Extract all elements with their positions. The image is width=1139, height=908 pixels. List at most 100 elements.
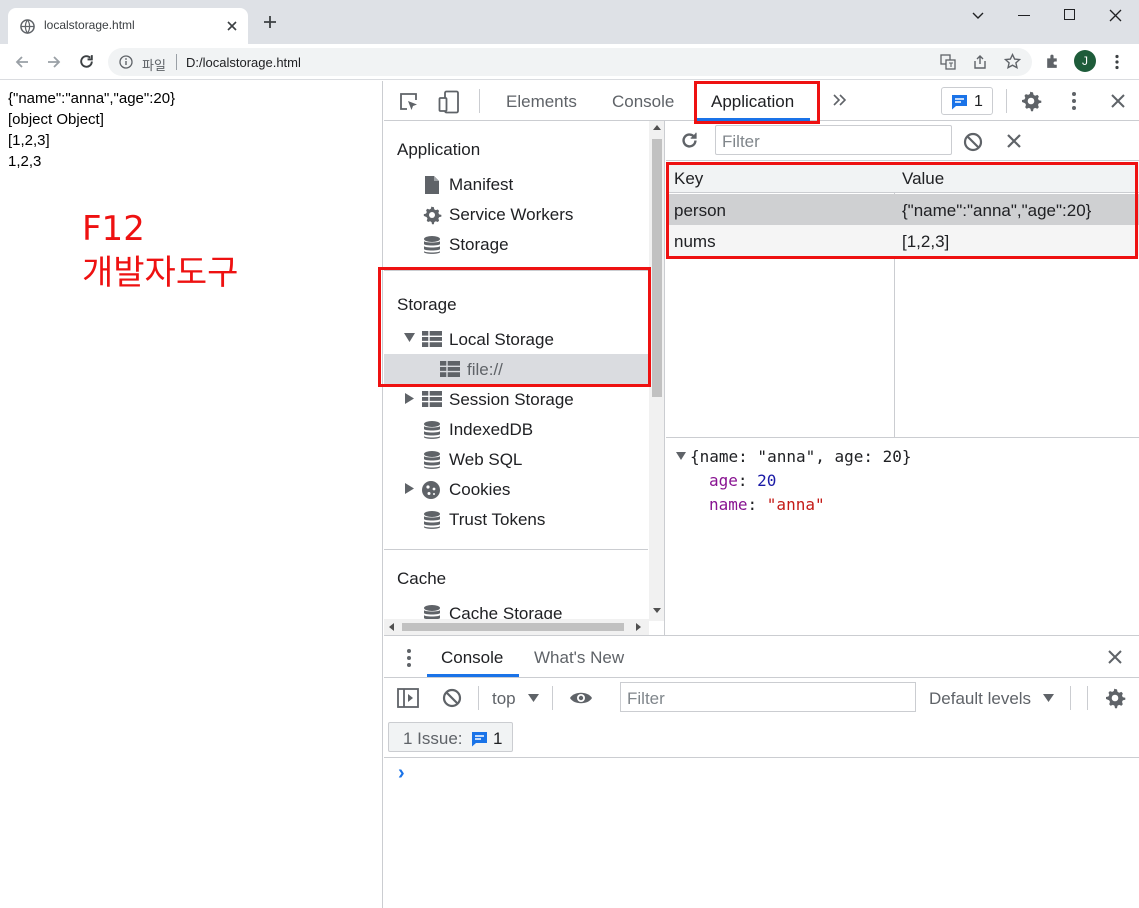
sidebar-item-label: IndexedDB xyxy=(449,420,534,439)
preview-property: age: 20 xyxy=(709,471,777,490)
maximize-window-icon[interactable] xyxy=(1064,9,1075,20)
more-tabs-chevron-icon[interactable] xyxy=(832,92,848,108)
close-devtools-icon[interactable] xyxy=(1110,93,1126,109)
scroll-left-arrow-icon[interactable] xyxy=(389,623,394,631)
console-settings-gear-icon[interactable] xyxy=(1104,687,1126,709)
scroll-right-arrow-icon[interactable] xyxy=(636,623,641,631)
database-icon xyxy=(423,510,441,530)
sidebar-item-storage-overview[interactable]: Storage xyxy=(384,229,649,259)
sidebar-item-web-sql[interactable]: Web SQL xyxy=(384,444,649,474)
database-icon xyxy=(423,420,441,440)
dropdown-arrow-icon[interactable] xyxy=(528,694,539,702)
sidebar-item-cookies[interactable]: Cookies xyxy=(384,474,649,504)
address-bar[interactable]: 파일 D:/localstorage.html xyxy=(108,48,1032,76)
cookie-icon xyxy=(421,480,441,500)
sidebar-vertical-scrollbar[interactable] xyxy=(649,121,664,621)
drawer-tab-console[interactable]: Console xyxy=(441,648,503,668)
issues-bar: 1 Issue: 1 xyxy=(384,718,1139,758)
tab-elements[interactable]: Elements xyxy=(506,92,577,112)
minimize-window-icon[interactable] xyxy=(1018,15,1030,16)
drawer-menu-icon[interactable] xyxy=(406,648,412,668)
database-icon xyxy=(423,450,441,470)
sidebar-item-indexeddb[interactable]: IndexedDB xyxy=(384,414,649,444)
scroll-up-arrow-icon[interactable] xyxy=(653,125,661,130)
console-drawer: Console What's New top Filter Default le… xyxy=(384,635,1139,908)
share-icon[interactable] xyxy=(972,54,988,70)
info-icon[interactable] xyxy=(119,55,133,69)
settings-gear-icon[interactable] xyxy=(1020,90,1042,112)
clear-console-icon[interactable] xyxy=(442,688,462,708)
sidebar-item-session-storage[interactable]: Session Storage xyxy=(384,384,649,414)
annotation-text: F12 개발자도구 xyxy=(82,207,238,295)
address-divider xyxy=(176,54,177,70)
collapsed-triangle-icon[interactable] xyxy=(405,483,414,494)
scrollbar-thumb[interactable] xyxy=(402,623,624,631)
extensions-puzzle-icon[interactable] xyxy=(1044,53,1061,70)
storage-toolbar: Filter xyxy=(666,121,1139,161)
property-name: name xyxy=(709,495,748,514)
clear-all-icon[interactable] xyxy=(963,132,983,152)
close-tab-icon[interactable] xyxy=(226,20,238,32)
sidebar-horizontal-scrollbar[interactable] xyxy=(384,619,649,635)
reload-icon[interactable] xyxy=(78,53,95,70)
console-filter-input[interactable]: Filter xyxy=(620,682,916,712)
browser-menu-icon[interactable] xyxy=(1114,54,1120,70)
browser-tab[interactable]: localstorage.html xyxy=(8,8,248,44)
close-window-icon[interactable] xyxy=(1109,9,1122,22)
browser-tab-strip: localstorage.html xyxy=(0,0,1139,44)
sidebar-toggle-icon[interactable] xyxy=(397,688,419,708)
issues-button[interactable]: 1 Issue: 1 xyxy=(388,722,513,752)
refresh-icon[interactable] xyxy=(680,131,699,150)
sidebar-item-service-workers[interactable]: Service Workers xyxy=(384,199,649,229)
sidebar-item-trust-tokens[interactable]: Trust Tokens xyxy=(384,504,649,534)
message-icon xyxy=(951,94,968,110)
preview-summary[interactable]: {name: "anna", age: 20} xyxy=(690,447,912,466)
property-value: "anna" xyxy=(766,495,825,514)
scroll-down-arrow-icon[interactable] xyxy=(653,608,661,613)
sidebar-item-label: Trust Tokens xyxy=(449,510,546,529)
property-name: age xyxy=(709,471,738,490)
dropdown-arrow-icon[interactable] xyxy=(1043,694,1054,702)
page-viewport: {"name":"anna","age":20} [object Object]… xyxy=(0,81,383,908)
translate-icon[interactable] xyxy=(940,54,956,70)
url-text[interactable]: D:/localstorage.html xyxy=(186,55,301,70)
eye-icon[interactable] xyxy=(569,690,593,706)
issues-count: 1 xyxy=(493,729,503,748)
page-output-line: [1,2,3] xyxy=(8,132,50,149)
console-prompt-chevron-icon[interactable]: › xyxy=(398,762,405,785)
customize-menu-icon[interactable] xyxy=(1071,91,1077,111)
device-toolbar-icon[interactable] xyxy=(438,90,460,114)
drawer-tab-whats-new[interactable]: What's New xyxy=(534,648,624,668)
profile-avatar[interactable]: J xyxy=(1074,50,1096,72)
active-tab-indicator xyxy=(427,674,519,677)
toolbar-divider xyxy=(479,89,480,113)
log-levels-dropdown[interactable]: Default levels xyxy=(929,689,1031,709)
context-selector[interactable]: top xyxy=(492,689,516,709)
bookmark-star-icon[interactable] xyxy=(1004,53,1021,70)
annotation-devtools: 개발자도구 xyxy=(82,253,239,293)
preview-expanded-triangle-icon[interactable] xyxy=(676,452,686,460)
sidebar-item-label: Storage xyxy=(449,235,509,254)
storage-filter-input[interactable]: Filter xyxy=(715,125,952,155)
forward-arrow-icon[interactable] xyxy=(46,54,62,70)
sidebar-item-label: Service Workers xyxy=(449,205,574,224)
message-icon xyxy=(471,731,488,747)
minimize-chevron-icon[interactable] xyxy=(971,9,985,21)
close-drawer-icon[interactable] xyxy=(1107,649,1123,665)
scrollbar-thumb[interactable] xyxy=(652,139,662,397)
back-arrow-icon[interactable] xyxy=(14,54,30,70)
value-preview: {name: "anna", age: 20} age: 20 name: "a… xyxy=(666,437,1139,635)
section-title-application: Application xyxy=(397,140,481,159)
issues-counter-button[interactable]: 1 xyxy=(941,87,993,115)
sidebar-item-manifest[interactable]: Manifest xyxy=(384,169,649,199)
collapsed-triangle-icon[interactable] xyxy=(405,393,414,404)
preview-property: name: "anna" xyxy=(709,495,825,514)
drawer-tabbar: Console What's New xyxy=(384,636,1139,678)
inspect-element-icon[interactable] xyxy=(398,91,420,113)
new-tab-button[interactable] xyxy=(262,14,278,30)
delete-selected-icon[interactable] xyxy=(1006,133,1022,149)
toolbar-divider xyxy=(552,686,553,710)
property-value: 20 xyxy=(757,471,777,490)
tab-title: localstorage.html xyxy=(44,18,135,32)
tab-console[interactable]: Console xyxy=(612,92,674,112)
